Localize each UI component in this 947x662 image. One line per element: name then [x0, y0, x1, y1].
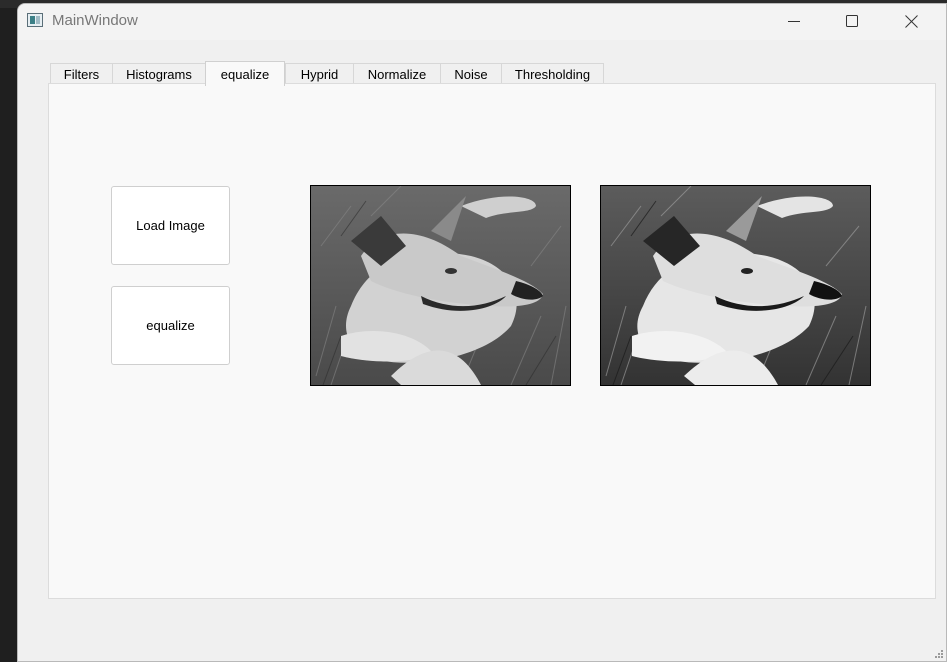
app-icon [27, 13, 43, 27]
tab-noise[interactable]: Noise [440, 63, 502, 85]
tab-filters[interactable]: Filters [50, 63, 113, 85]
tab-equalize[interactable]: equalize [205, 61, 285, 86]
minimize-icon [788, 21, 800, 22]
tab-hyprid[interactable]: Hyprid [285, 63, 354, 85]
minimize-button[interactable] [771, 4, 817, 38]
title-bar[interactable]: MainWindow [18, 4, 946, 40]
window-title: MainWindow [52, 12, 138, 29]
main-window: MainWindow Filters Histograms equalize H… [17, 3, 947, 662]
close-button[interactable] [888, 4, 934, 38]
resize-grip-icon[interactable] [934, 649, 944, 659]
close-icon [904, 14, 918, 28]
original-image [310, 185, 571, 386]
tab-normalize[interactable]: Normalize [353, 63, 441, 85]
tab-histograms[interactable]: Histograms [112, 63, 206, 85]
maximize-icon [846, 15, 858, 27]
load-image-button[interactable]: Load Image [111, 186, 230, 265]
tab-content-equalize: Load Image equalize [48, 83, 936, 599]
equalize-button[interactable]: equalize [111, 286, 230, 365]
equalized-image [600, 185, 871, 386]
maximize-button[interactable] [829, 4, 875, 38]
tab-thresholding[interactable]: Thresholding [501, 63, 604, 85]
